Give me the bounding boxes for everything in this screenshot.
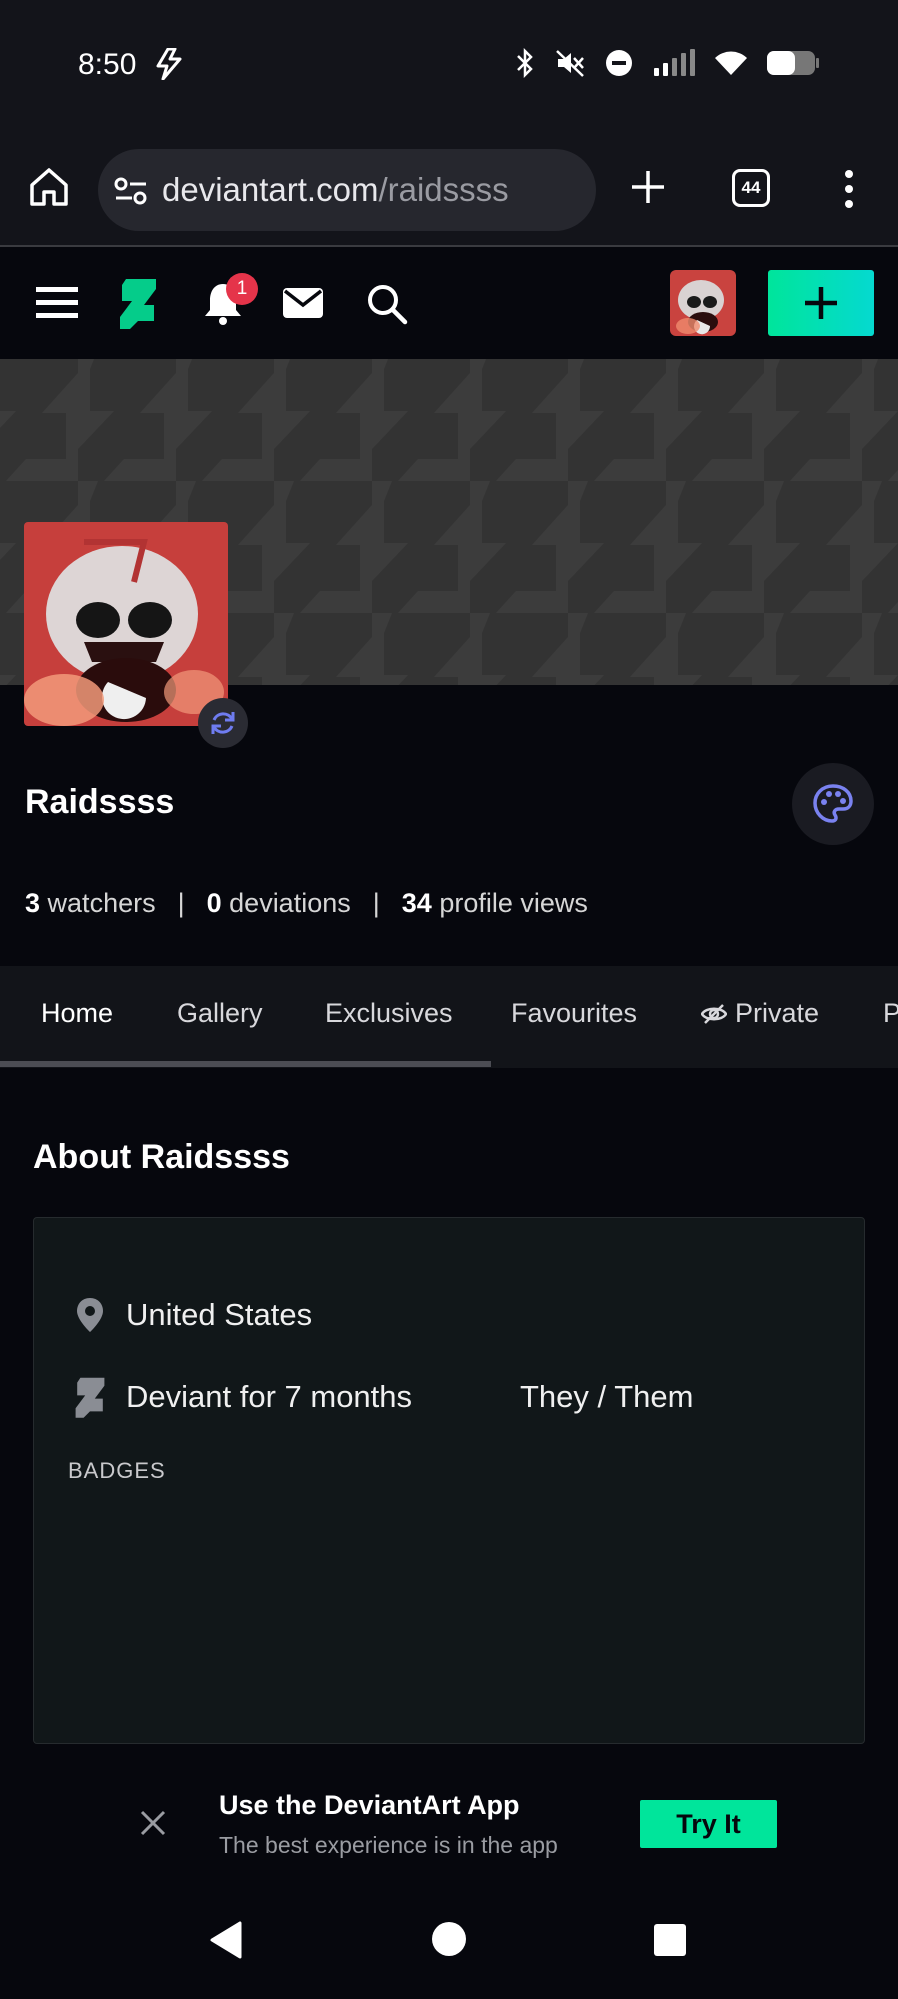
profile-tabs: Home Gallery Exclusives Favourites Priva… xyxy=(0,966,898,1068)
dnd-icon xyxy=(606,50,632,76)
location-pin-icon xyxy=(77,1298,103,1332)
system-navigation-bar xyxy=(0,1890,898,1999)
profile-avatar[interactable] xyxy=(24,522,228,726)
deviations-label: deviations xyxy=(229,888,351,918)
home-nav-button[interactable] xyxy=(432,1922,466,1956)
messages-icon[interactable] xyxy=(282,287,324,319)
member-since-text: Deviant for 7 months xyxy=(126,1379,413,1414)
tab-private[interactable]: Private xyxy=(701,998,819,1029)
new-tab-icon[interactable] xyxy=(628,167,668,207)
profile-name: Raidssss xyxy=(25,783,175,821)
user-avatar[interactable] xyxy=(670,270,736,336)
tab-home[interactable]: Home xyxy=(41,998,113,1029)
about-heading: About Raidssss xyxy=(33,1138,290,1176)
views-count: 34 xyxy=(401,888,432,918)
tab-overflow[interactable]: P xyxy=(883,998,898,1029)
tab-gallery[interactable]: Gallery xyxy=(177,998,263,1029)
submit-button[interactable] xyxy=(768,270,874,336)
watchers-label: watchers xyxy=(47,888,156,918)
tab-switcher-button[interactable]: 44 xyxy=(732,169,770,207)
back-icon[interactable] xyxy=(208,1920,244,1960)
theme-customize-button[interactable] xyxy=(792,763,874,845)
tab-private-label: Private xyxy=(735,998,820,1028)
tab-exclusives[interactable]: Exclusives xyxy=(325,998,453,1029)
signal-icon xyxy=(654,49,695,76)
tabs-scrollbar[interactable] xyxy=(0,1061,491,1067)
try-it-button[interactable]: Try It xyxy=(640,1800,777,1848)
refresh-icon xyxy=(211,712,235,734)
member-since-row: Deviant for 7 months xyxy=(74,1376,412,1418)
app-promo-subtitle: The best experience is in the app xyxy=(219,1832,558,1858)
deviantart-logo-icon[interactable] xyxy=(118,277,158,329)
views-label: profile views xyxy=(439,888,588,918)
url-path: /raidssss xyxy=(378,171,509,208)
site-settings-icon[interactable] xyxy=(114,176,148,206)
more-menu-icon[interactable] xyxy=(842,169,856,209)
location-text: United States xyxy=(126,1297,313,1332)
profile-stats: 3 watchers | 0 deviations | 34 profile views xyxy=(25,888,588,919)
bolt-icon xyxy=(156,48,182,80)
hamburger-menu-icon[interactable] xyxy=(36,285,78,321)
eye-off-icon xyxy=(701,1003,727,1024)
deviantart-logo-icon xyxy=(75,1377,105,1418)
close-icon[interactable] xyxy=(138,1808,168,1838)
stats-divider: | xyxy=(372,888,380,918)
status-bar: 8:50 xyxy=(0,0,898,135)
change-avatar-button[interactable] xyxy=(198,698,248,748)
wifi-icon xyxy=(715,51,747,75)
status-icons xyxy=(514,48,820,78)
deviations-count: 0 xyxy=(206,888,222,918)
palette-icon xyxy=(813,784,853,823)
mute-icon xyxy=(556,50,584,77)
location-row: United States xyxy=(74,1296,312,1334)
status-time: 8:50 xyxy=(78,48,137,81)
address-bar[interactable]: deviantart.com/raidssss xyxy=(98,149,596,231)
tab-favourites[interactable]: Favourites xyxy=(511,998,637,1029)
browser-toolbar: deviantart.com/raidssss 44 xyxy=(0,135,898,247)
home-icon[interactable] xyxy=(28,165,70,209)
url-text[interactable]: deviantart.com/raidssss xyxy=(162,171,509,209)
about-card: United States Deviant for 7 months They … xyxy=(33,1217,865,1744)
url-domain: deviantart.com xyxy=(162,171,379,208)
battery-icon xyxy=(767,51,819,75)
search-icon[interactable] xyxy=(366,283,408,325)
badges-label: BADGES xyxy=(68,1458,166,1483)
plus-icon xyxy=(805,287,837,319)
bluetooth-icon xyxy=(517,48,533,78)
app-promo-title: Use the DeviantArt App xyxy=(219,1790,520,1820)
watchers-count: 3 xyxy=(25,888,41,918)
stats-divider: | xyxy=(177,888,185,918)
pronouns-text: They / Them xyxy=(520,1379,694,1414)
site-header: 1 xyxy=(0,249,898,359)
recents-button[interactable] xyxy=(654,1924,686,1956)
notification-badge: 1 xyxy=(226,273,258,305)
